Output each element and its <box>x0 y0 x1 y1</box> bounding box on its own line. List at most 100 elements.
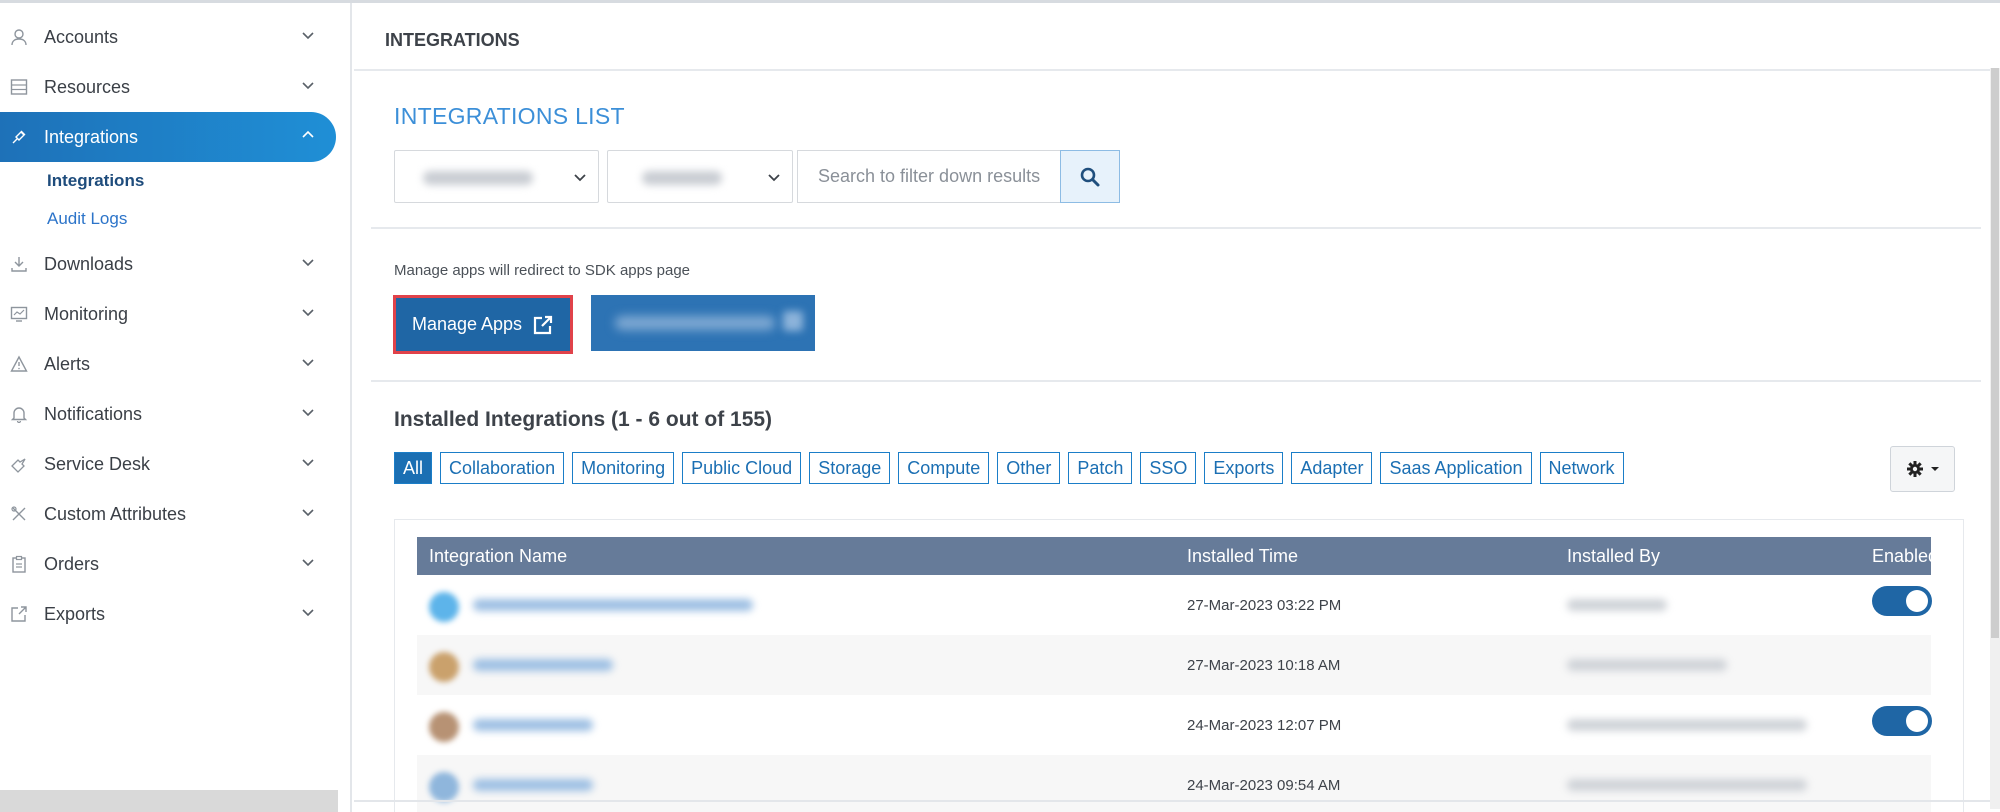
manage-apps-button[interactable]: Manage Apps <box>393 295 573 354</box>
divider <box>371 227 1981 229</box>
sidebar-subitem-audit-logs[interactable]: Audit Logs <box>47 209 127 229</box>
filter-tab-collaboration[interactable]: Collaboration <box>440 452 565 484</box>
installed-integrations-title: Installed Integrations (1 - 6 out of 155… <box>394 408 773 431</box>
table-row[interactable]: 24-Mar-2023 09:54 AM <box>417 755 1931 812</box>
sidebar-subitem-integrations[interactable]: Integrations <box>47 171 144 191</box>
table-header: Integration Name Installed Time Installe… <box>417 537 1938 575</box>
enabled-toggle[interactable] <box>1872 586 1932 616</box>
filter-tab-all[interactable]: All <box>394 452 433 484</box>
column-header-installed-time[interactable]: Installed Time <box>1187 546 1298 567</box>
installed-time: 27-Mar-2023 10:18 AM <box>1187 657 1341 674</box>
manage-apps-label: Manage Apps <box>411 314 523 334</box>
sidebar-item-label: Alerts <box>44 353 91 374</box>
sidebar-item-alerts[interactable]: Alerts <box>0 339 336 389</box>
filter-tab-compute[interactable]: Compute <box>898 452 990 484</box>
manage-note: Manage apps will redirect to SDK apps pa… <box>394 262 691 279</box>
chevron-down-icon <box>302 559 314 567</box>
download-icon <box>9 254 29 274</box>
installed-by-redacted <box>1567 599 1667 611</box>
redacted-text <box>642 171 722 185</box>
column-header-integration-name[interactable]: Integration Name <box>429 546 567 567</box>
filter-tab-public-cloud[interactable]: Public Cloud <box>682 452 802 484</box>
filter-tab-adapter[interactable]: Adapter <box>1291 452 1373 484</box>
integration-name-redacted[interactable] <box>473 659 613 671</box>
sidebar-item-label: Monitoring <box>44 303 129 324</box>
ticket-icon <box>9 454 29 474</box>
search-button[interactable] <box>1060 150 1120 203</box>
sidebar-item-label: Accounts <box>44 26 119 47</box>
chevron-down-icon <box>574 174 586 182</box>
filter-tab-monitoring[interactable]: Monitoring <box>572 452 675 484</box>
redacted-text <box>423 171 533 185</box>
chevron-up-icon <box>302 130 314 138</box>
external-link-icon <box>533 315 553 334</box>
sidebar-item-monitoring[interactable]: Monitoring <box>0 289 336 339</box>
chevron-down-icon <box>302 32 314 40</box>
filter-tab-sso[interactable]: SSO <box>1140 452 1197 484</box>
sidebar-item-orders[interactable]: Orders <box>0 539 336 589</box>
chevron-down-icon <box>302 309 314 317</box>
chevron-down-icon <box>302 509 314 517</box>
enabled-toggle[interactable] <box>1872 706 1932 736</box>
installed-by-redacted <box>1567 719 1807 731</box>
filter-tab-other[interactable]: Other <box>997 452 1061 484</box>
sidebar-item-integrations[interactable]: Integrations <box>0 112 336 162</box>
sidebar-item-label: Resources <box>44 76 131 97</box>
integration-name-redacted[interactable] <box>473 719 593 731</box>
integration-name-redacted[interactable] <box>473 779 593 791</box>
scrollbar-thumb[interactable] <box>1991 68 1999 638</box>
sidebar-item-exports[interactable]: Exports <box>0 589 336 639</box>
redacted-text <box>615 316 775 330</box>
sidebar-scrollbar[interactable] <box>0 790 338 812</box>
sidebar-item-resources[interactable]: Resources <box>0 62 336 112</box>
sidebar-item-label: Notifications <box>44 403 143 424</box>
sidebar-item-label: Exports <box>44 603 106 624</box>
sidebar-item-label: Integrations <box>44 126 139 147</box>
table-row[interactable]: 24-Mar-2023 12:07 PM <box>417 695 1932 755</box>
integration-logo <box>429 772 459 802</box>
filter-tab-network[interactable]: Network <box>1539 452 1624 484</box>
sidebar-item-downloads[interactable]: Downloads <box>0 239 336 289</box>
main-scrollbar[interactable] <box>1990 68 2000 809</box>
sidebar-item-label: Service Desk <box>44 453 151 474</box>
chevron-down-icon <box>302 459 314 467</box>
integration-logo <box>429 652 459 682</box>
column-header-enabled[interactable]: Enabled <box>1872 546 1938 567</box>
sidebar-item-accounts[interactable]: Accounts <box>0 12 336 62</box>
category-filter-tabs: All Collaboration Monitoring Public Clou… <box>394 452 1624 484</box>
chevron-down-icon <box>302 259 314 267</box>
installed-by-redacted <box>1567 659 1727 671</box>
sidebar-item-label: Downloads <box>44 253 134 274</box>
integrations-table: Integration Name Installed Time Installe… <box>394 519 1964 812</box>
external-link-icon <box>783 311 803 331</box>
table-row[interactable]: 27-Mar-2023 10:18 AM <box>417 635 1931 695</box>
sidebar-item-service-desk[interactable]: Service Desk <box>0 439 336 489</box>
sidebar-item-custom-attributes[interactable]: Custom Attributes <box>0 489 336 539</box>
sidebar-item-notifications[interactable]: Notifications <box>0 389 336 439</box>
sidebar-item-label: Custom Attributes <box>44 503 187 524</box>
column-settings-button[interactable] <box>1890 446 1955 492</box>
bottom-border <box>354 800 2000 802</box>
table-row[interactable]: 27-Mar-2023 03:22 PM <box>417 575 1932 635</box>
filter-tab-saas-application[interactable]: Saas Application <box>1380 452 1532 484</box>
filter-tab-exports[interactable]: Exports <box>1204 452 1284 484</box>
installed-time: 27-Mar-2023 03:22 PM <box>1187 597 1342 614</box>
installed-time: 24-Mar-2023 09:54 AM <box>1187 777 1341 794</box>
chevron-down-icon <box>302 609 314 617</box>
tools-icon <box>9 504 29 524</box>
filter-select-1[interactable] <box>394 150 599 203</box>
filter-select-2[interactable] <box>607 150 793 203</box>
manage-collectors-button[interactable] <box>591 295 815 351</box>
integration-name-redacted[interactable] <box>473 599 753 611</box>
caret-down-icon <box>1930 467 1939 471</box>
warning-icon <box>9 354 29 374</box>
search-input[interactable] <box>797 150 1066 203</box>
column-header-installed-by[interactable]: Installed By <box>1567 546 1660 567</box>
integration-logo <box>429 712 459 742</box>
section-title: INTEGRATIONS LIST <box>394 103 625 129</box>
main-content: INTEGRATIONS INTEGRATIONS LIST Manage ap… <box>354 3 2000 812</box>
filter-tab-patch[interactable]: Patch <box>1068 452 1133 484</box>
user-icon <box>9 27 29 47</box>
filter-tab-storage[interactable]: Storage <box>809 452 891 484</box>
sidebar-item-label: Orders <box>44 553 100 574</box>
